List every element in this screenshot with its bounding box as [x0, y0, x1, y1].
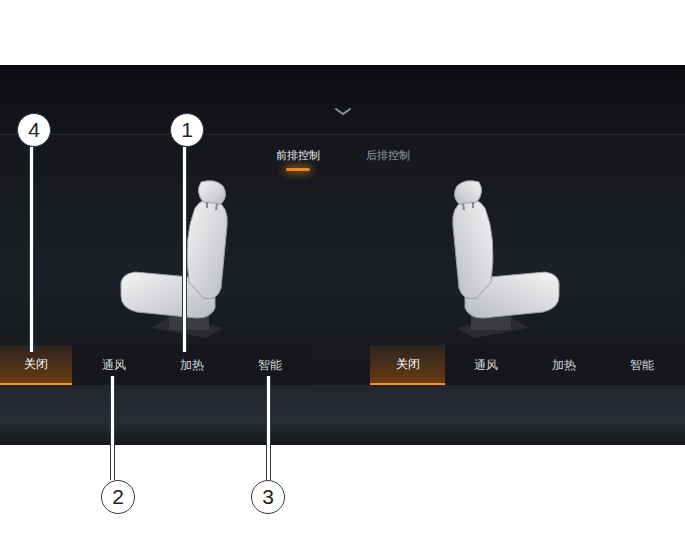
mode-button[interactable]: 关闭 [370, 345, 445, 385]
chevron-down-icon[interactable] [335, 108, 351, 116]
mode-button[interactable]: 关闭 [0, 345, 72, 385]
seat-icon [439, 178, 569, 343]
seat-view [0, 175, 343, 345]
callout-badge: 3 [251, 480, 285, 514]
mode-row: 关闭通风加热智能关闭通风加热智能 [0, 345, 685, 385]
seat-area [0, 175, 685, 345]
callout-line [266, 376, 271, 480]
mode-button[interactable]: 加热 [156, 345, 228, 385]
seat-icon [111, 178, 241, 343]
mode-button[interactable]: 智能 [604, 345, 679, 385]
collapse-row [0, 65, 685, 135]
callout-line [110, 376, 115, 480]
callout-badge: 4 [17, 113, 51, 147]
mode-button[interactable]: 加热 [526, 345, 601, 385]
seat-control-panel: 前排控制后排控制 关闭通风加热智能关闭通风加热智能 [0, 65, 685, 445]
tab-bar: 前排控制后排控制 [0, 135, 685, 175]
tab[interactable]: 后排控制 [343, 135, 433, 175]
mode-button[interactable]: 通风 [448, 345, 523, 385]
callout-line [182, 147, 187, 352]
seat-view [343, 175, 685, 345]
mode-group: 关闭通风加热智能 [0, 345, 310, 385]
callout-line [29, 147, 34, 352]
bottom-strip [0, 385, 685, 445]
mode-group: 关闭通风加热智能 [370, 345, 685, 385]
tab[interactable]: 前排控制 [253, 135, 343, 175]
callout-badge: 1 [170, 113, 204, 147]
callout-badge: 2 [101, 480, 135, 514]
